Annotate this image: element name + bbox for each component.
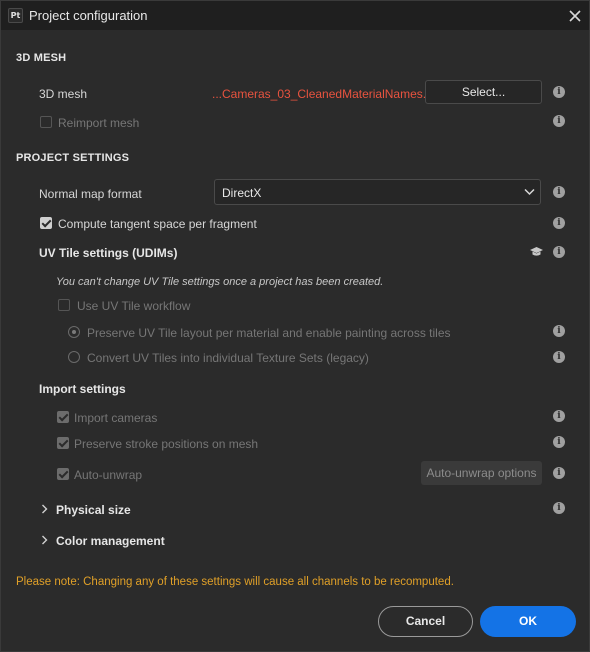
preserve-uv-layout-radio[interactable] — [68, 326, 80, 338]
tangent-space-label: Compute tangent space per fragment — [58, 217, 257, 231]
physical-size-toggle[interactable]: Physical size — [56, 503, 131, 517]
project-configuration-dialog: Pt Project configuration 3D MESH 3D mesh… — [0, 0, 590, 652]
convert-uv-tiles-label: Convert UV Tiles into individual Texture… — [87, 351, 369, 365]
tangent-space-checkbox[interactable] — [40, 217, 52, 229]
ok-button[interactable]: OK — [480, 606, 576, 637]
chevron-down-icon — [524, 188, 535, 196]
title-bar: Pt Project configuration — [1, 1, 589, 30]
chevron-right-icon[interactable] — [41, 504, 48, 514]
preserve-strokes-label: Preserve stroke positions on mesh — [74, 437, 259, 451]
close-icon[interactable] — [567, 8, 583, 24]
chevron-right-icon[interactable] — [41, 535, 48, 545]
import-cameras-label: Import cameras — [74, 411, 158, 425]
mesh-filename: ...Cameras_03_CleanedMaterialNames.fbx — [212, 87, 443, 101]
auto-unwrap-info-icon[interactable]: i — [553, 467, 565, 479]
use-uv-tile-label: Use UV Tile workflow — [77, 299, 191, 313]
dialog-title: Project configuration — [29, 8, 148, 23]
recompute-warning: Please note: Changing any of these setti… — [16, 576, 454, 588]
import-cameras-info-icon[interactable]: i — [553, 410, 565, 422]
painter-app-icon: Pt — [8, 8, 23, 23]
reimport-mesh-label: Reimport mesh — [58, 116, 140, 130]
import-settings-title: Import settings — [39, 382, 126, 396]
preserve-strokes-checkbox[interactable] — [57, 437, 69, 449]
convert-uv-info-icon[interactable]: i — [553, 351, 565, 363]
normal-map-label: Normal map format — [39, 187, 142, 201]
use-uv-tile-checkbox[interactable] — [58, 299, 70, 311]
graduation-cap-icon[interactable] — [529, 246, 544, 258]
reimport-info-icon[interactable]: i — [553, 115, 565, 127]
normal-map-value: DirectX — [222, 186, 262, 200]
uv-tile-settings-title: UV Tile settings (UDIMs) — [39, 246, 178, 260]
mesh-label: 3D mesh — [39, 87, 88, 101]
normal-map-select[interactable]: DirectX — [214, 179, 541, 205]
uv-tile-info-icon[interactable]: i — [553, 246, 565, 258]
section-3d-mesh-title: 3D MESH — [16, 52, 67, 64]
import-cameras-checkbox[interactable] — [57, 411, 69, 423]
auto-unwrap-label: Auto-unwrap — [74, 468, 143, 482]
preserve-strokes-info-icon[interactable]: i — [553, 436, 565, 448]
tangent-info-icon[interactable]: i — [553, 217, 565, 229]
mesh-info-icon[interactable]: i — [553, 86, 565, 98]
cancel-button[interactable]: Cancel — [378, 606, 473, 637]
preserve-uv-layout-label: Preserve UV Tile layout per material and… — [87, 326, 451, 340]
uv-tile-note: You can't change UV Tile settings once a… — [56, 276, 384, 288]
auto-unwrap-checkbox[interactable] — [57, 468, 69, 480]
section-project-settings-title: PROJECT SETTINGS — [16, 152, 130, 164]
color-management-toggle[interactable]: Color management — [56, 534, 165, 548]
select-mesh-button[interactable]: Select... — [425, 80, 542, 104]
auto-unwrap-options-button[interactable]: Auto-unwrap options — [421, 461, 542, 485]
physical-size-info-icon[interactable]: i — [553, 502, 565, 514]
reimport-mesh-checkbox[interactable] — [40, 116, 52, 128]
normal-map-info-icon[interactable]: i — [553, 186, 565, 198]
preserve-uv-info-icon[interactable]: i — [553, 325, 565, 337]
convert-uv-tiles-radio[interactable] — [68, 351, 80, 363]
